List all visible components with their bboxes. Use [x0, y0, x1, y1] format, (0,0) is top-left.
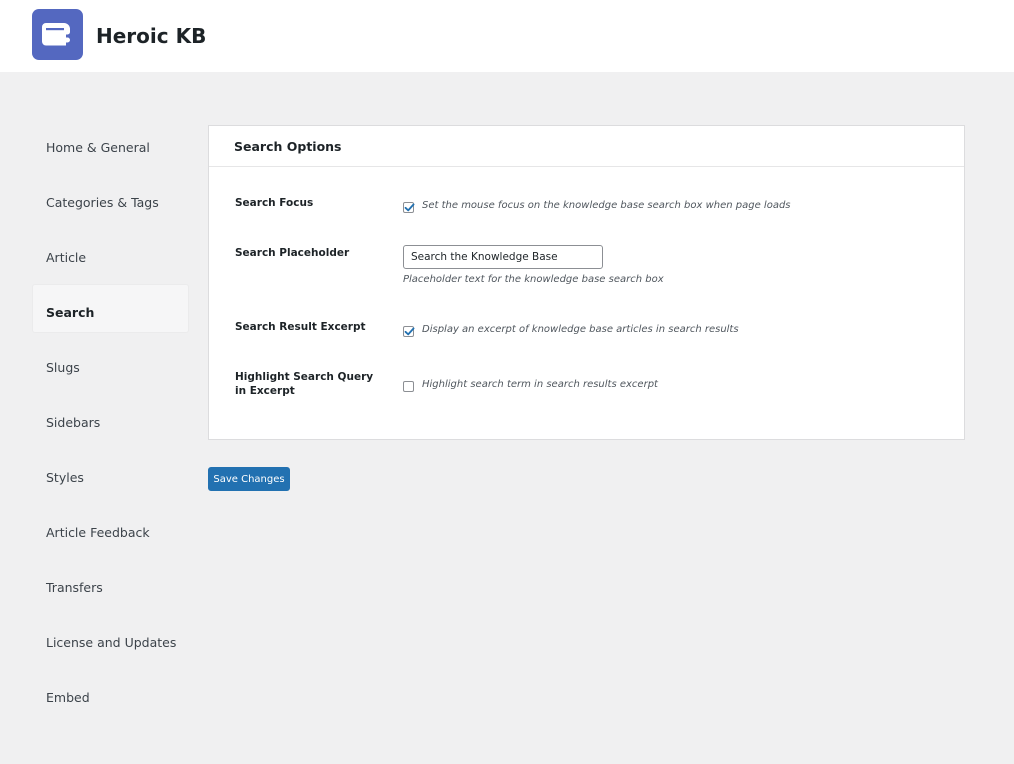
sidebar-item-label: Article	[46, 250, 87, 265]
search-placeholder-description: Placeholder text for the knowledge base …	[403, 274, 664, 285]
search-focus-label: Search Focus	[235, 197, 314, 209]
sidebar-item-transfers[interactable]: Transfers	[33, 560, 188, 607]
search-result-excerpt-label: Search Result Excerpt	[235, 321, 366, 333]
search-focus-checkbox[interactable]	[403, 202, 415, 213]
search-options-panel: Search Options Search Focus Set the mous…	[208, 125, 965, 440]
sidebar-item-label: Embed	[46, 690, 90, 705]
sidebar-item-sidebars[interactable]: Sidebars	[33, 395, 188, 442]
sidebar-item-categories-tags[interactable]: Categories & Tags	[33, 175, 188, 222]
sidebar-item-label: License and Updates	[46, 635, 177, 650]
search-placeholder-input[interactable]	[403, 245, 603, 269]
highlight-query-label: Highlight Search Query in Excerpt	[235, 371, 374, 397]
book-icon	[32, 9, 83, 60]
sidebar-item-article[interactable]: Article	[33, 230, 188, 277]
search-result-excerpt-description: Display an excerpt of knowledge base art…	[422, 324, 739, 335]
save-changes-button[interactable]: Save Changes	[208, 467, 290, 491]
sidebar-item-label: Slugs	[46, 360, 80, 375]
panel-title: Search Options	[234, 139, 342, 154]
sidebar-item-label: Sidebars	[46, 415, 101, 430]
panel-header: Search Options	[209, 126, 964, 167]
sidebar-item-license-updates[interactable]: License and Updates	[33, 615, 188, 662]
sidebar-item-label: Categories & Tags	[46, 195, 159, 210]
settings-sidebar: Home & General Categories & Tags Article…	[33, 120, 188, 725]
checkmark-icon	[404, 203, 415, 212]
sidebar-item-slugs[interactable]: Slugs	[33, 340, 188, 387]
search-focus-description: Set the mouse focus on the knowledge bas…	[422, 200, 791, 211]
sidebar-item-label: Article Feedback	[46, 525, 150, 540]
checkmark-icon	[404, 327, 415, 336]
sidebar-item-label: Transfers	[46, 580, 103, 595]
search-result-excerpt-checkbox[interactable]	[403, 326, 415, 337]
sidebar-item-search[interactable]: Search	[33, 285, 188, 332]
sidebar-item-home-general[interactable]: Home & General	[33, 120, 188, 167]
sidebar-item-label: Styles	[46, 470, 84, 485]
sidebar-item-embed[interactable]: Embed	[33, 670, 188, 717]
app-header: Heroic KB	[0, 0, 1014, 72]
highlight-query-description: Highlight search term in search results …	[422, 379, 658, 390]
sidebar-item-label: Search	[46, 305, 95, 320]
sidebar-item-styles[interactable]: Styles	[33, 450, 188, 497]
sidebar-item-article-feedback[interactable]: Article Feedback	[33, 505, 188, 552]
app-title: Heroic KB	[96, 24, 207, 48]
search-placeholder-label: Search Placeholder	[235, 247, 350, 259]
highlight-query-checkbox[interactable]	[403, 381, 414, 392]
sidebar-item-label: Home & General	[46, 140, 150, 155]
